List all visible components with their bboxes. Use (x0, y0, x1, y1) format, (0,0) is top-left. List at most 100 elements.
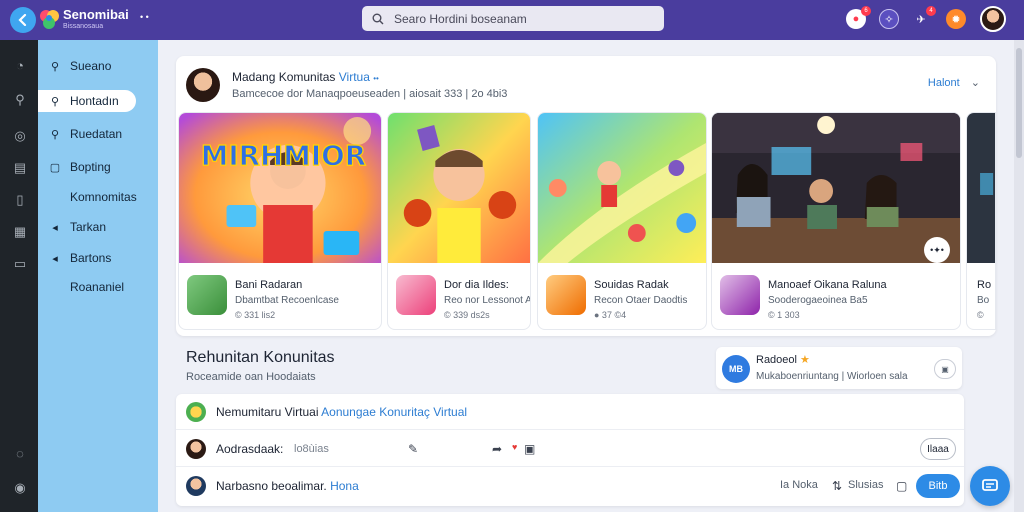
app-subtitle: Bissanosaua (63, 23, 104, 30)
tile-meta: © (977, 310, 984, 320)
row-text-main: Narbasno beoalimar. (216, 479, 327, 493)
tile-meta: ● 37 ©4 (594, 310, 627, 320)
calendar-icon[interactable]: ▦ (12, 224, 28, 240)
reply-button[interactable]: Ilaaa (920, 438, 956, 460)
member-action-button[interactable]: ▣ (934, 359, 956, 379)
rocket-icon: ✈ (916, 13, 926, 26)
search-icon: ⚲ (50, 60, 60, 73)
list-item[interactable]: Narbasno beoalimar. Hona Ia Noka ⇅ Slusi… (176, 468, 964, 504)
row-avatar (186, 476, 206, 496)
member-name-text: Radoeol (756, 354, 797, 366)
search-bar[interactable] (362, 6, 664, 31)
sidebar-item-2[interactable]: ⚲ Ruedatan (38, 123, 158, 145)
share-icon[interactable]: ➦ (492, 442, 502, 456)
section-subtitle: Bamcecoe dor Manaqpoeuseaden | aiosait 3… (232, 88, 508, 100)
notification-icon: ● (852, 13, 860, 25)
rocket-button[interactable]: ✈ 4 (911, 6, 936, 29)
sort-icon[interactable]: ⇅ (832, 479, 842, 493)
top-bar: Senomibai Bissanosaua • • ● 6 ✧ ✈ 4 ✹ (0, 0, 1024, 40)
featured-member-card[interactable]: MB Radoeol ★ Mukaboenriuntang | Wiorloen… (716, 347, 962, 389)
chat-fab[interactable] (970, 466, 1010, 506)
comment-icon[interactable]: ▣ (524, 442, 535, 456)
community-header: Rehunitan Konunitas Roceamide oan Hoodai… (176, 343, 964, 391)
community-list: Nemumitaru Virtuai Aonungae Konuritaç Vi… (176, 394, 964, 506)
sidebar-item-label: Tarkan (70, 220, 107, 234)
home-icon[interactable]: ◔ (12, 58, 28, 74)
video-tile[interactable]: •✦• Manoaef Oikana Raluna Sooderogaeoine… (711, 112, 961, 330)
video-tile[interactable]: Dor dia Ildes: Reo nor Lessonot Aeatt © … (387, 112, 531, 330)
explore-icon[interactable]: ◎ (12, 128, 28, 144)
document-icon[interactable]: ▯ (12, 192, 28, 208)
pencil-icon[interactable]: ✎ (408, 442, 418, 456)
search-icon (372, 13, 384, 24)
tile-avatar (187, 275, 227, 315)
brand: Senomibai Bissanosaua (63, 8, 129, 31)
section-action[interactable]: Halont ⌄ (928, 76, 980, 89)
video-tile[interactable]: Souidas Radak Recon Otaer Daodtis ● 37 ©… (537, 112, 707, 330)
star-icon: ★ (800, 354, 810, 366)
search-icon[interactable]: ⚲ (12, 92, 28, 108)
sidebar-item-3[interactable]: ▢ Bopting (38, 156, 158, 178)
row-text-main: Nemumitaru Virtuai (216, 405, 319, 419)
profile-avatar[interactable] (980, 6, 1006, 32)
host-avatar[interactable] (186, 68, 220, 102)
tile-title: Dor dia Ildes: (444, 279, 509, 291)
tile-avatar (546, 275, 586, 315)
row-text: Aodrasdaak: (216, 442, 284, 456)
app-title: Senomibai (63, 7, 129, 22)
back-button[interactable] (10, 7, 36, 33)
chevron-icon: ◂ (52, 221, 58, 234)
video-tile[interactable]: Ro Bo © (966, 112, 996, 330)
sidebar-item-6[interactable]: ◂ Bartons (38, 247, 158, 269)
tile-title: Ro (977, 279, 992, 291)
message-icon (982, 479, 998, 491)
more-options-button[interactable]: •✦• (924, 237, 950, 263)
row-link[interactable]: Hona (330, 479, 359, 493)
compass-button[interactable]: ✧ (879, 9, 899, 29)
row-meta-likes[interactable]: Ia Noka (780, 479, 818, 491)
featured-section: Madang Komunitas Virtua •• Bamcecoe dor … (176, 56, 996, 336)
video-tile[interactable]: MIRHMIOR Bani Radaran Dbamtbat Recoenlca… (178, 112, 382, 330)
sidebar-item-4[interactable]: Komnomitas (38, 186, 158, 208)
heart-icon[interactable]: ♥ (512, 442, 517, 452)
tile-meta: © 331 lis2 (235, 310, 276, 320)
folder-icon[interactable]: ▭ (12, 256, 28, 272)
row-link[interactable]: Aonungae Konuritaç Virtual (321, 405, 467, 419)
join-button[interactable]: Bitb (916, 474, 960, 498)
sidebar-item-label: Hontadın (70, 94, 119, 108)
search-input[interactable] (394, 11, 654, 26)
list-item[interactable]: Nemumitaru Virtuai Aonungae Konuritaç Vi… (176, 394, 964, 430)
row-meta-status[interactable]: Slusias (848, 479, 883, 491)
sidebar-item-0[interactable]: ⚲ Sueano (38, 55, 158, 77)
sidebar-item-1[interactable]: ⚲ Hontadın (38, 90, 158, 112)
comment-input[interactable] (286, 438, 526, 460)
sidebar-item-7[interactable]: Roananiel (38, 276, 158, 298)
section-title: Madang Komunitas Virtua •• (232, 70, 379, 84)
sidebar-item-5[interactable]: ◂ Tarkan (38, 216, 158, 238)
tile-avatar (720, 275, 760, 315)
tile-avatar (396, 275, 436, 315)
video-thumbnail (712, 113, 960, 263)
chat-icon[interactable]: ▢ (896, 479, 907, 493)
scroll-thumb[interactable] (1016, 48, 1022, 158)
square-icon: ▢ (49, 161, 61, 174)
list-item[interactable]: Aodrasdaak: ✎ ➦ ♥ ▣ Ilaaa (176, 431, 964, 467)
reward-button[interactable]: ✹ (946, 9, 966, 29)
settings-icon[interactable]: ◉ (12, 480, 28, 496)
section-title-highlight[interactable]: Virtua (339, 70, 370, 84)
sidebar-item-label: Roananiel (70, 280, 125, 294)
notification-button[interactable]: ● 6 (846, 6, 871, 29)
video-thumbnail (388, 113, 530, 263)
reward-icon: ✹ (951, 13, 961, 26)
sidebar-item-label: Bopting (70, 160, 111, 174)
page-scrollbar[interactable] (1014, 40, 1024, 512)
help-icon[interactable]: ◌ (12, 446, 28, 462)
member-avatar: MB (722, 355, 750, 383)
compass-icon: ✧ (884, 13, 894, 26)
member-description: Mukaboenriuntang | Wiorloen sala (756, 371, 908, 382)
video-thumbnail: MIRHMIOR (179, 113, 381, 263)
section-action-label: Halont (927, 77, 960, 89)
member-name: Radoeol ★ (756, 353, 810, 366)
app-logo (40, 10, 59, 29)
grid-icon[interactable]: ▤ (12, 160, 28, 176)
